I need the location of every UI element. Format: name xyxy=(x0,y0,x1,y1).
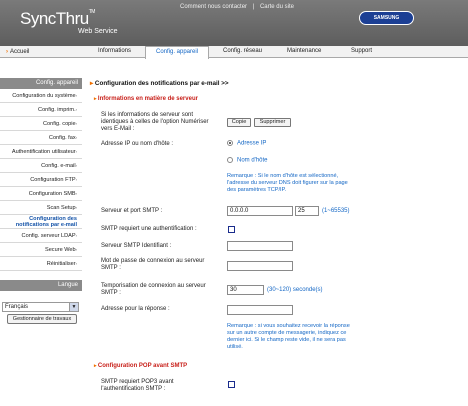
chevron-down-icon: ▼ xyxy=(69,303,78,311)
language-heading: Langue xyxy=(0,280,82,291)
language-panel: Langue Français ▼ Gestionnaire de travaux xyxy=(0,280,82,324)
contact-link[interactable]: Comment nous contacter xyxy=(180,4,247,10)
smtp-port-input[interactable]: 25 xyxy=(295,206,319,216)
pop-label: SMTP requiert POP3 avant l'authentificat… xyxy=(101,379,174,392)
sidebar-item-scan[interactable]: Scan Setup› xyxy=(0,201,82,215)
reply-note: Remarque : si vous souhaitez recevoir la… xyxy=(227,323,350,350)
smtp-server-label: Serveur et port SMTP : xyxy=(101,208,163,214)
reply-address-input[interactable] xyxy=(227,305,293,315)
delete-button[interactable]: Supprimer xyxy=(254,118,291,127)
link-separator: | xyxy=(252,4,255,10)
dns-note: Remarque : Si le nom d'hôte est sélectio… xyxy=(227,173,348,193)
timeout-range: (30~120) seconde(s) xyxy=(267,287,323,293)
smtp-password-input[interactable] xyxy=(227,261,293,271)
syncthru-logo: SyncThruTM xyxy=(20,9,96,28)
sidebar-item-secure-web[interactable]: Secure Web› xyxy=(0,243,82,257)
auth-checkbox[interactable] xyxy=(228,226,235,233)
sidebar-item-ldap[interactable]: Config. serveur LDAP› xyxy=(0,229,82,243)
sidebar-item-imprim[interactable]: Config. imprim.› xyxy=(0,103,82,117)
tab-config-reseau[interactable]: Config. réseau xyxy=(223,48,262,54)
auth-label: SMTP requiert une authentification : xyxy=(101,226,197,232)
ip-host-label: Adresse IP ou nom d'hôte : xyxy=(101,141,174,147)
timeout-label: Temporisation de connexion au serveur SM… xyxy=(101,283,206,296)
tab-informations[interactable]: Informations xyxy=(98,48,131,54)
sidebar-item-systeme[interactable]: Configuration du système› xyxy=(0,89,82,103)
pop-checkbox[interactable] xyxy=(228,381,235,388)
nav-bar: › Accueil Informations Config. appareil C… xyxy=(0,46,468,59)
language-select[interactable]: Français ▼ xyxy=(2,302,79,312)
sidebar-item-reinit[interactable]: Réinitialiser› xyxy=(0,257,82,271)
tab-maintenance[interactable]: Maintenance xyxy=(287,48,321,54)
home-link[interactable]: › Accueil xyxy=(6,49,29,55)
radio-hostname[interactable]: Nom d'hôte xyxy=(227,157,268,164)
radio-on-icon xyxy=(227,140,233,146)
smtp-id-input[interactable] xyxy=(227,241,293,251)
sidebar-item-notifications[interactable]: Configuration des notifications par e-ma… xyxy=(0,215,82,229)
sidebar-item-copie[interactable]: Config. copie› xyxy=(0,117,82,131)
top-links: Comment nous contacter | Carte du site xyxy=(178,4,296,10)
smtp-password-label: Mot de passe de connexion au serveur SMT… xyxy=(101,258,205,271)
samsung-logo: SAMSUNG xyxy=(359,11,414,25)
info-text: Si les informations de serveur sont iden… xyxy=(101,112,209,132)
sidebar-item-email[interactable]: Config. e-mail› xyxy=(0,159,82,173)
tab-support[interactable]: Support xyxy=(351,48,372,54)
sidebar: Config. appareil Configuration du systèm… xyxy=(0,78,82,324)
section-pop-before-smtp: ▸ Configuration POP avant SMTP xyxy=(94,363,188,369)
logo-subtitle: Web Service xyxy=(78,28,118,35)
page-title: ▸ Configuration des notifications par e-… xyxy=(90,80,229,87)
smtp-server-input[interactable]: 0.0.0.0 xyxy=(227,206,293,216)
job-manager-button[interactable]: Gestionnaire de travaux xyxy=(7,314,77,324)
sidebar-item-fax[interactable]: Config. fax› xyxy=(0,131,82,145)
reply-address-label: Adresse pour la réponse : xyxy=(101,306,170,312)
timeout-input[interactable]: 30 xyxy=(227,285,264,295)
arrow-icon: › xyxy=(6,49,8,55)
sidebar-heading: Config. appareil xyxy=(0,78,82,89)
port-range: (1~65535) xyxy=(322,208,350,214)
copy-button[interactable]: Copie xyxy=(227,118,251,127)
sitemap-link[interactable]: Carte du site xyxy=(260,4,294,10)
smtp-id-label: Serveur SMTP Identifiant : xyxy=(101,243,172,249)
radio-off-icon xyxy=(227,157,233,163)
tab-config-appareil[interactable]: Config. appareil xyxy=(145,46,209,59)
sidebar-item-ftp[interactable]: Configuration FTP› xyxy=(0,173,82,187)
sidebar-item-auth[interactable]: Authentification utilisateur› xyxy=(0,145,82,159)
header-bar: SyncThruTM Web Service Comment nous cont… xyxy=(0,0,468,46)
sidebar-item-smb[interactable]: Configuration SMB› xyxy=(0,187,82,201)
radio-ip-address[interactable]: Adresse IP xyxy=(227,140,266,147)
section-server-info: ▸ Informations en matière de serveur xyxy=(94,96,198,102)
